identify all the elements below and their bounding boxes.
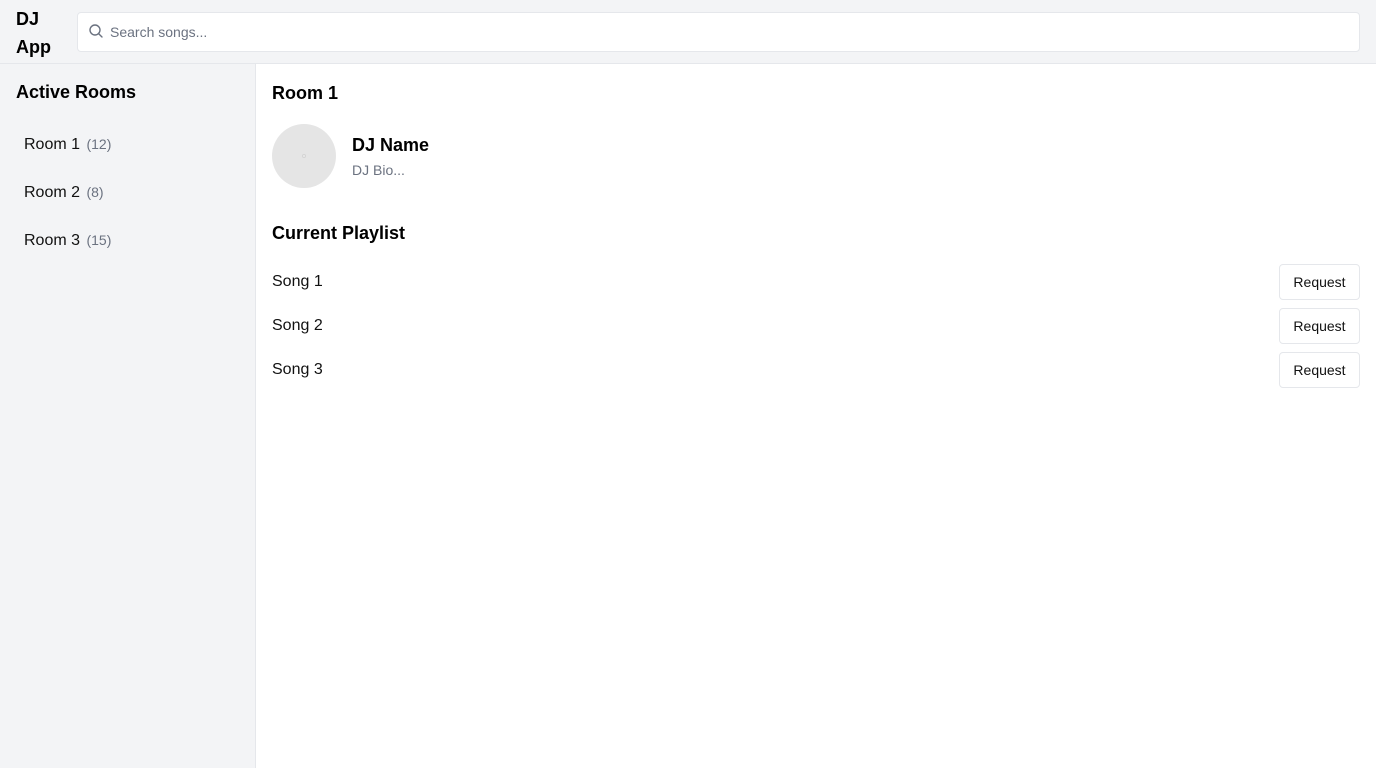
- song-row: Song 1 Request: [272, 264, 1360, 308]
- song-title: Song 2: [272, 317, 323, 334]
- top-bar: DJ App: [0, 0, 1376, 64]
- room-name: Room 3: [24, 232, 81, 249]
- search-input[interactable]: [110, 13, 1350, 51]
- song-row: Song 3 Request: [272, 352, 1360, 396]
- request-button[interactable]: Request: [1279, 352, 1360, 388]
- room-name: Room 1: [24, 136, 81, 153]
- room-listener-count: (8): [86, 184, 104, 200]
- app-title: DJ App: [16, 9, 51, 57]
- room-listener-count: (12): [86, 136, 112, 152]
- sidebar-title: Active Rooms: [16, 82, 137, 102]
- room-item-1[interactable]: Room 1 (12): [24, 134, 244, 182]
- dj-bio: DJ Bio...: [352, 162, 405, 178]
- main-content: Room 1 DJ Name DJ Bio... Current Playlis…: [256, 64, 1376, 768]
- song-title: Song 1: [272, 273, 323, 290]
- room-list: Room 1 (12) Room 2 (8) Room 3 (15): [24, 134, 244, 278]
- room-title: Room 1: [272, 83, 339, 103]
- room-listener-count: (15): [86, 232, 112, 248]
- dj-avatar: [272, 124, 336, 188]
- search-icon: [89, 24, 103, 38]
- dj-name: DJ Name: [352, 135, 430, 155]
- search-box[interactable]: [77, 12, 1360, 52]
- room-item-2[interactable]: Room 2 (8): [24, 182, 244, 230]
- request-button[interactable]: Request: [1279, 264, 1360, 300]
- song-title: Song 3: [272, 361, 323, 378]
- sidebar: Active Rooms Room 1 (12) Room 2 (8) Room…: [0, 64, 256, 768]
- room-name: Room 2: [24, 184, 81, 201]
- room-item-3[interactable]: Room 3 (15): [24, 230, 244, 278]
- request-button[interactable]: Request: [1279, 308, 1360, 344]
- playlist-title: Current Playlist: [272, 223, 406, 243]
- song-list: Song 1 Request Song 2 Request Song 3 Req…: [272, 264, 1360, 396]
- avatar-placeholder-icon: [302, 154, 306, 158]
- song-row: Song 2 Request: [272, 308, 1360, 352]
